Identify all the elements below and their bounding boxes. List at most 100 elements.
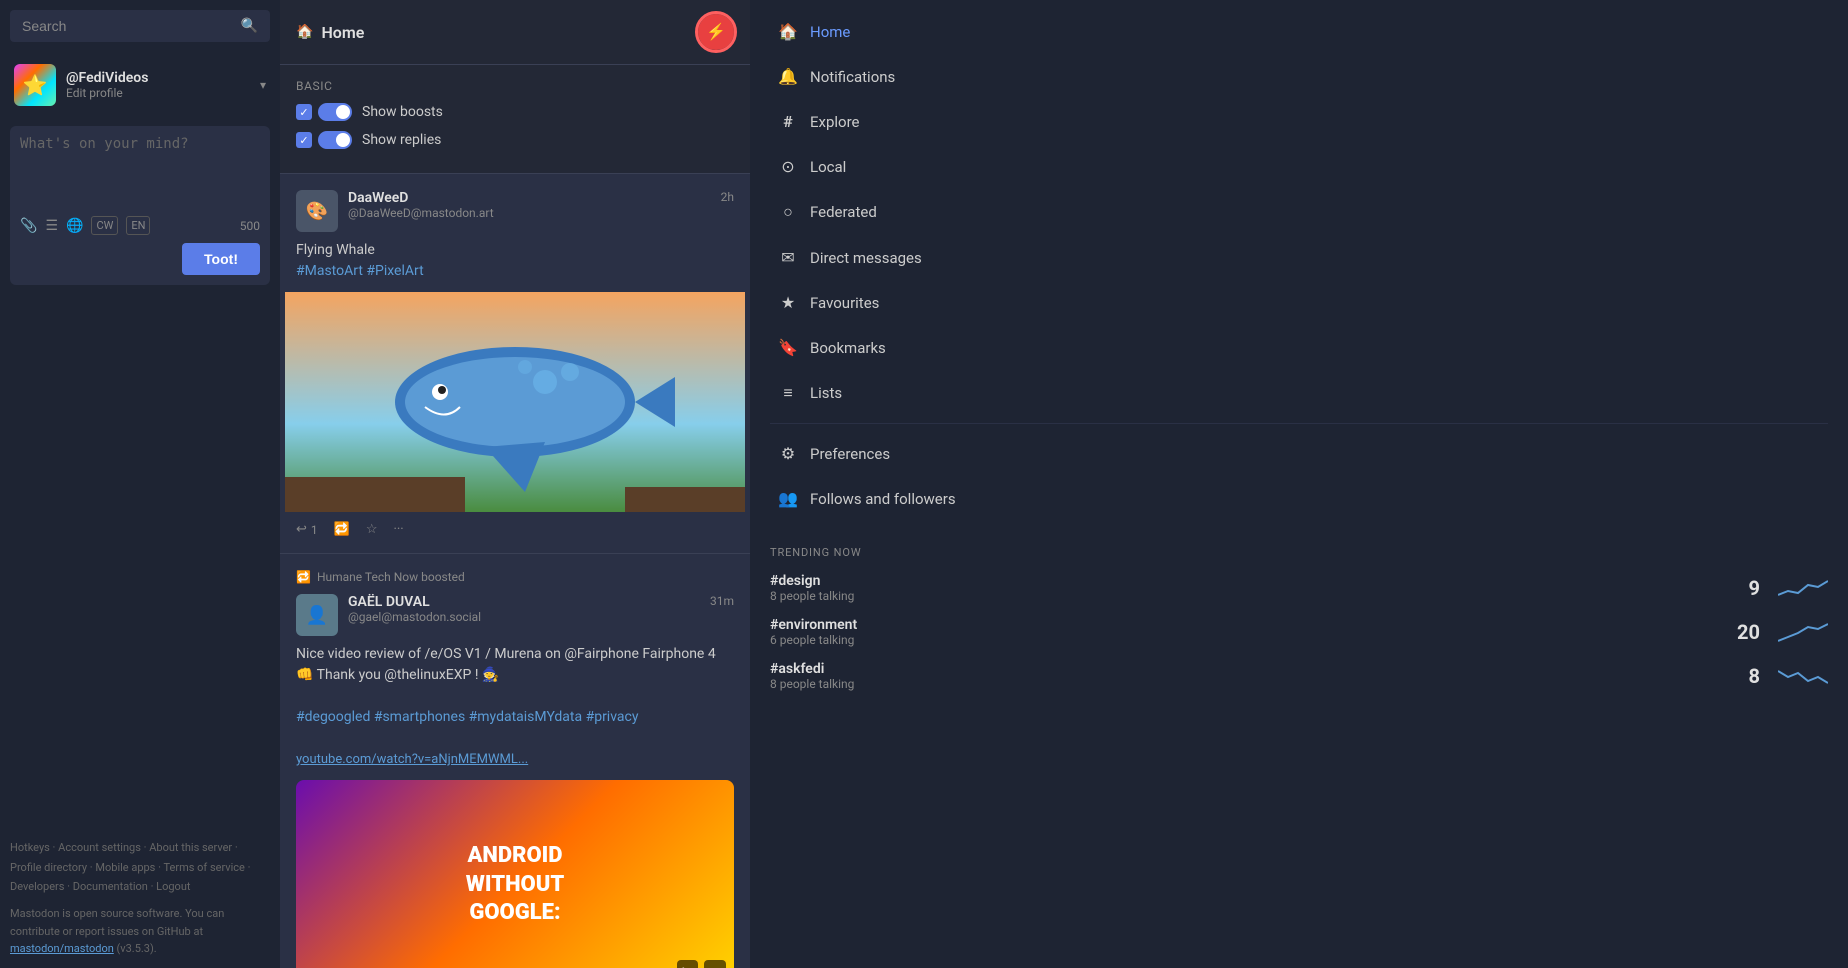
- edit-profile-link[interactable]: Edit profile: [66, 86, 254, 100]
- post-author: DaaWeeD: [348, 190, 721, 206]
- trend-sub-environment: 6 people talking: [770, 633, 1727, 647]
- trend-tag-askfedi: #askfedi: [770, 661, 1739, 677]
- feed-title: Home: [321, 23, 364, 42]
- trend-info-environment: #environment 6 people talking: [770, 617, 1727, 647]
- play-button[interactable]: ▶: [677, 960, 698, 968]
- list-icon[interactable]: ☰: [45, 218, 58, 234]
- post-image-text: ANDROIDWITHOUTGOOGLE:: [456, 832, 574, 938]
- mastodon-info: Mastodon is open source software. You ca…: [10, 905, 270, 958]
- reply-button[interactable]: ↩ 1: [296, 522, 318, 537]
- post-meta-2: GAËL DUVAL @gael@mastodon.social: [348, 594, 710, 624]
- search-icon: 🔍: [241, 18, 258, 34]
- explore-icon: #: [778, 112, 798, 131]
- nav-item-direct-messages[interactable]: ✉ Direct messages: [758, 236, 1840, 279]
- post-handle[interactable]: @DaaWeeD@mastodon.art: [348, 206, 721, 220]
- replies-checkbox[interactable]: ✓: [296, 132, 312, 148]
- search-input[interactable]: [22, 18, 241, 34]
- trend-sub-askfedi: 8 people talking: [770, 677, 1739, 691]
- trend-item-askfedi[interactable]: #askfedi 8 people talking 8: [770, 661, 1828, 691]
- nav-label-home: Home: [810, 23, 1820, 41]
- post-card: 🎨 DaaWeeD @DaaWeeD@mastodon.art 2h Flyin…: [280, 174, 750, 554]
- boost-icon: 🔁: [296, 570, 311, 584]
- local-icon: ⊙: [778, 157, 798, 176]
- trend-item-environment[interactable]: #environment 6 people talking 20: [770, 617, 1828, 647]
- toot-button[interactable]: Toot!: [182, 243, 260, 275]
- nav-label-notifications: Notifications: [810, 68, 1820, 86]
- nav-item-federated[interactable]: ○ Federated: [758, 190, 1840, 234]
- search-bar[interactable]: 🔍: [10, 10, 270, 42]
- post-avatar-2: 👤: [296, 594, 338, 636]
- trend-count-askfedi: 8: [1749, 664, 1760, 688]
- boosts-checkbox[interactable]: ✓: [296, 104, 312, 120]
- post-text: Flying Whale: [296, 242, 375, 258]
- post-handle-2[interactable]: @gael@mastodon.social: [348, 610, 710, 624]
- boosted-by: 🔁 Humane Tech Now boosted: [296, 570, 734, 584]
- replies-switch[interactable]: [318, 131, 352, 149]
- chevron-down-icon[interactable]: ▾: [260, 78, 266, 92]
- post-image-2: ANDROIDWITHOUTGOOGLE: ▶ ↗: [296, 780, 734, 968]
- trend-chart-askfedi: [1778, 663, 1828, 689]
- nav-item-local[interactable]: ⊙ Local: [758, 145, 1840, 188]
- post-time: 2h: [721, 190, 734, 204]
- profile-handle: @FediVideos: [66, 70, 254, 86]
- filter-button[interactable]: ⚡: [698, 14, 734, 50]
- nav-item-home[interactable]: 🏠 Home: [758, 10, 1840, 53]
- trend-chart-environment: [1778, 619, 1828, 645]
- boosts-switch[interactable]: [318, 103, 352, 121]
- trend-tag-environment: #environment: [770, 617, 1727, 633]
- boosted-label: Humane Tech Now boosted: [317, 570, 465, 584]
- post-author-2: GAËL DUVAL: [348, 594, 710, 610]
- trend-chart-design: [1778, 575, 1828, 601]
- globe-icon[interactable]: 🌐: [66, 218, 83, 234]
- post-meta: DaaWeeD @DaaWeeD@mastodon.art: [348, 190, 721, 220]
- favourite-button[interactable]: ☆: [366, 522, 378, 537]
- external-link-button[interactable]: ↗: [704, 960, 726, 968]
- boost-button[interactable]: 🔁: [334, 522, 350, 537]
- trend-tag-design: #design: [770, 573, 1739, 589]
- reply-count: 1: [311, 523, 318, 537]
- attachment-icon[interactable]: 📎: [20, 218, 37, 234]
- show-replies-toggle[interactable]: ✓: [296, 131, 352, 149]
- nav-item-explore[interactable]: # Explore: [758, 100, 1840, 143]
- show-boosts-toggle[interactable]: ✓: [296, 103, 352, 121]
- trend-sub-design: 8 people talking: [770, 589, 1739, 603]
- post-actions: ↩ 1 🔁 ☆ ···: [296, 522, 734, 537]
- compose-textarea[interactable]: [20, 136, 260, 206]
- more-button[interactable]: ···: [394, 522, 404, 537]
- profile-section: ⭐ @FediVideos Edit profile ▾: [10, 56, 270, 114]
- trend-count-environment: 20: [1737, 620, 1760, 644]
- feed-header: 🏠 Home ⚡: [280, 0, 750, 65]
- footer-links: Hotkeys · Account settings · About this …: [10, 838, 270, 958]
- trend-item-design[interactable]: #design 8 people talking 9: [770, 573, 1828, 603]
- lang-button[interactable]: EN: [126, 216, 150, 235]
- post-time-2: 31m: [710, 594, 734, 608]
- char-count: 500: [240, 219, 260, 233]
- version-text: (v3.5.3).: [117, 942, 157, 955]
- nav-label-federated: Federated: [810, 203, 1820, 221]
- compose-area: 📎 ☰ 🌐 CW EN 500 Toot!: [10, 126, 270, 285]
- post-header-2: 👤 GAËL DUVAL @gael@mastodon.social 31m: [296, 594, 734, 636]
- post-tags[interactable]: #MastoArt #PixelArt: [296, 263, 424, 279]
- post-text-2: Nice video review of /e/OS V1 / Murena o…: [296, 646, 716, 683]
- federated-icon: ○: [778, 202, 798, 222]
- show-boosts-row: ✓ Show boosts: [296, 103, 734, 121]
- avatar: ⭐: [14, 64, 56, 106]
- show-replies-label: Show replies: [362, 132, 441, 148]
- profile-info: @FediVideos Edit profile: [66, 70, 254, 100]
- footer-nav-links: Hotkeys · Account settings · About this …: [10, 838, 270, 897]
- home-icon: 🏠: [296, 24, 313, 40]
- post-tags-2[interactable]: #degoogled #smartphones #mydataisMYdata …: [296, 709, 638, 725]
- post-content: Flying Whale #MastoArt #PixelArt: [296, 240, 734, 282]
- github-link[interactable]: mastodon/mastodon: [10, 942, 114, 955]
- trend-count-design: 9: [1749, 576, 1760, 600]
- home-nav-icon: 🏠: [778, 22, 798, 41]
- basic-label: Basic: [296, 79, 734, 93]
- nav-item-notifications[interactable]: 🔔 Notifications: [758, 55, 1840, 98]
- post-avatar: 🎨: [296, 190, 338, 232]
- feed-area: 🏠 Home ⚡ Basic ✓ Show boosts ✓ Show repl…: [280, 0, 750, 968]
- filter-panel: Basic ✓ Show boosts ✓ Show replies: [280, 65, 750, 174]
- cw-button[interactable]: CW: [91, 216, 118, 235]
- nav-label-explore: Explore: [810, 113, 1820, 131]
- direct-messages-icon: ✉: [778, 248, 798, 267]
- post-link[interactable]: youtube.com/watch?v=aNjnMEMWML...: [296, 752, 528, 767]
